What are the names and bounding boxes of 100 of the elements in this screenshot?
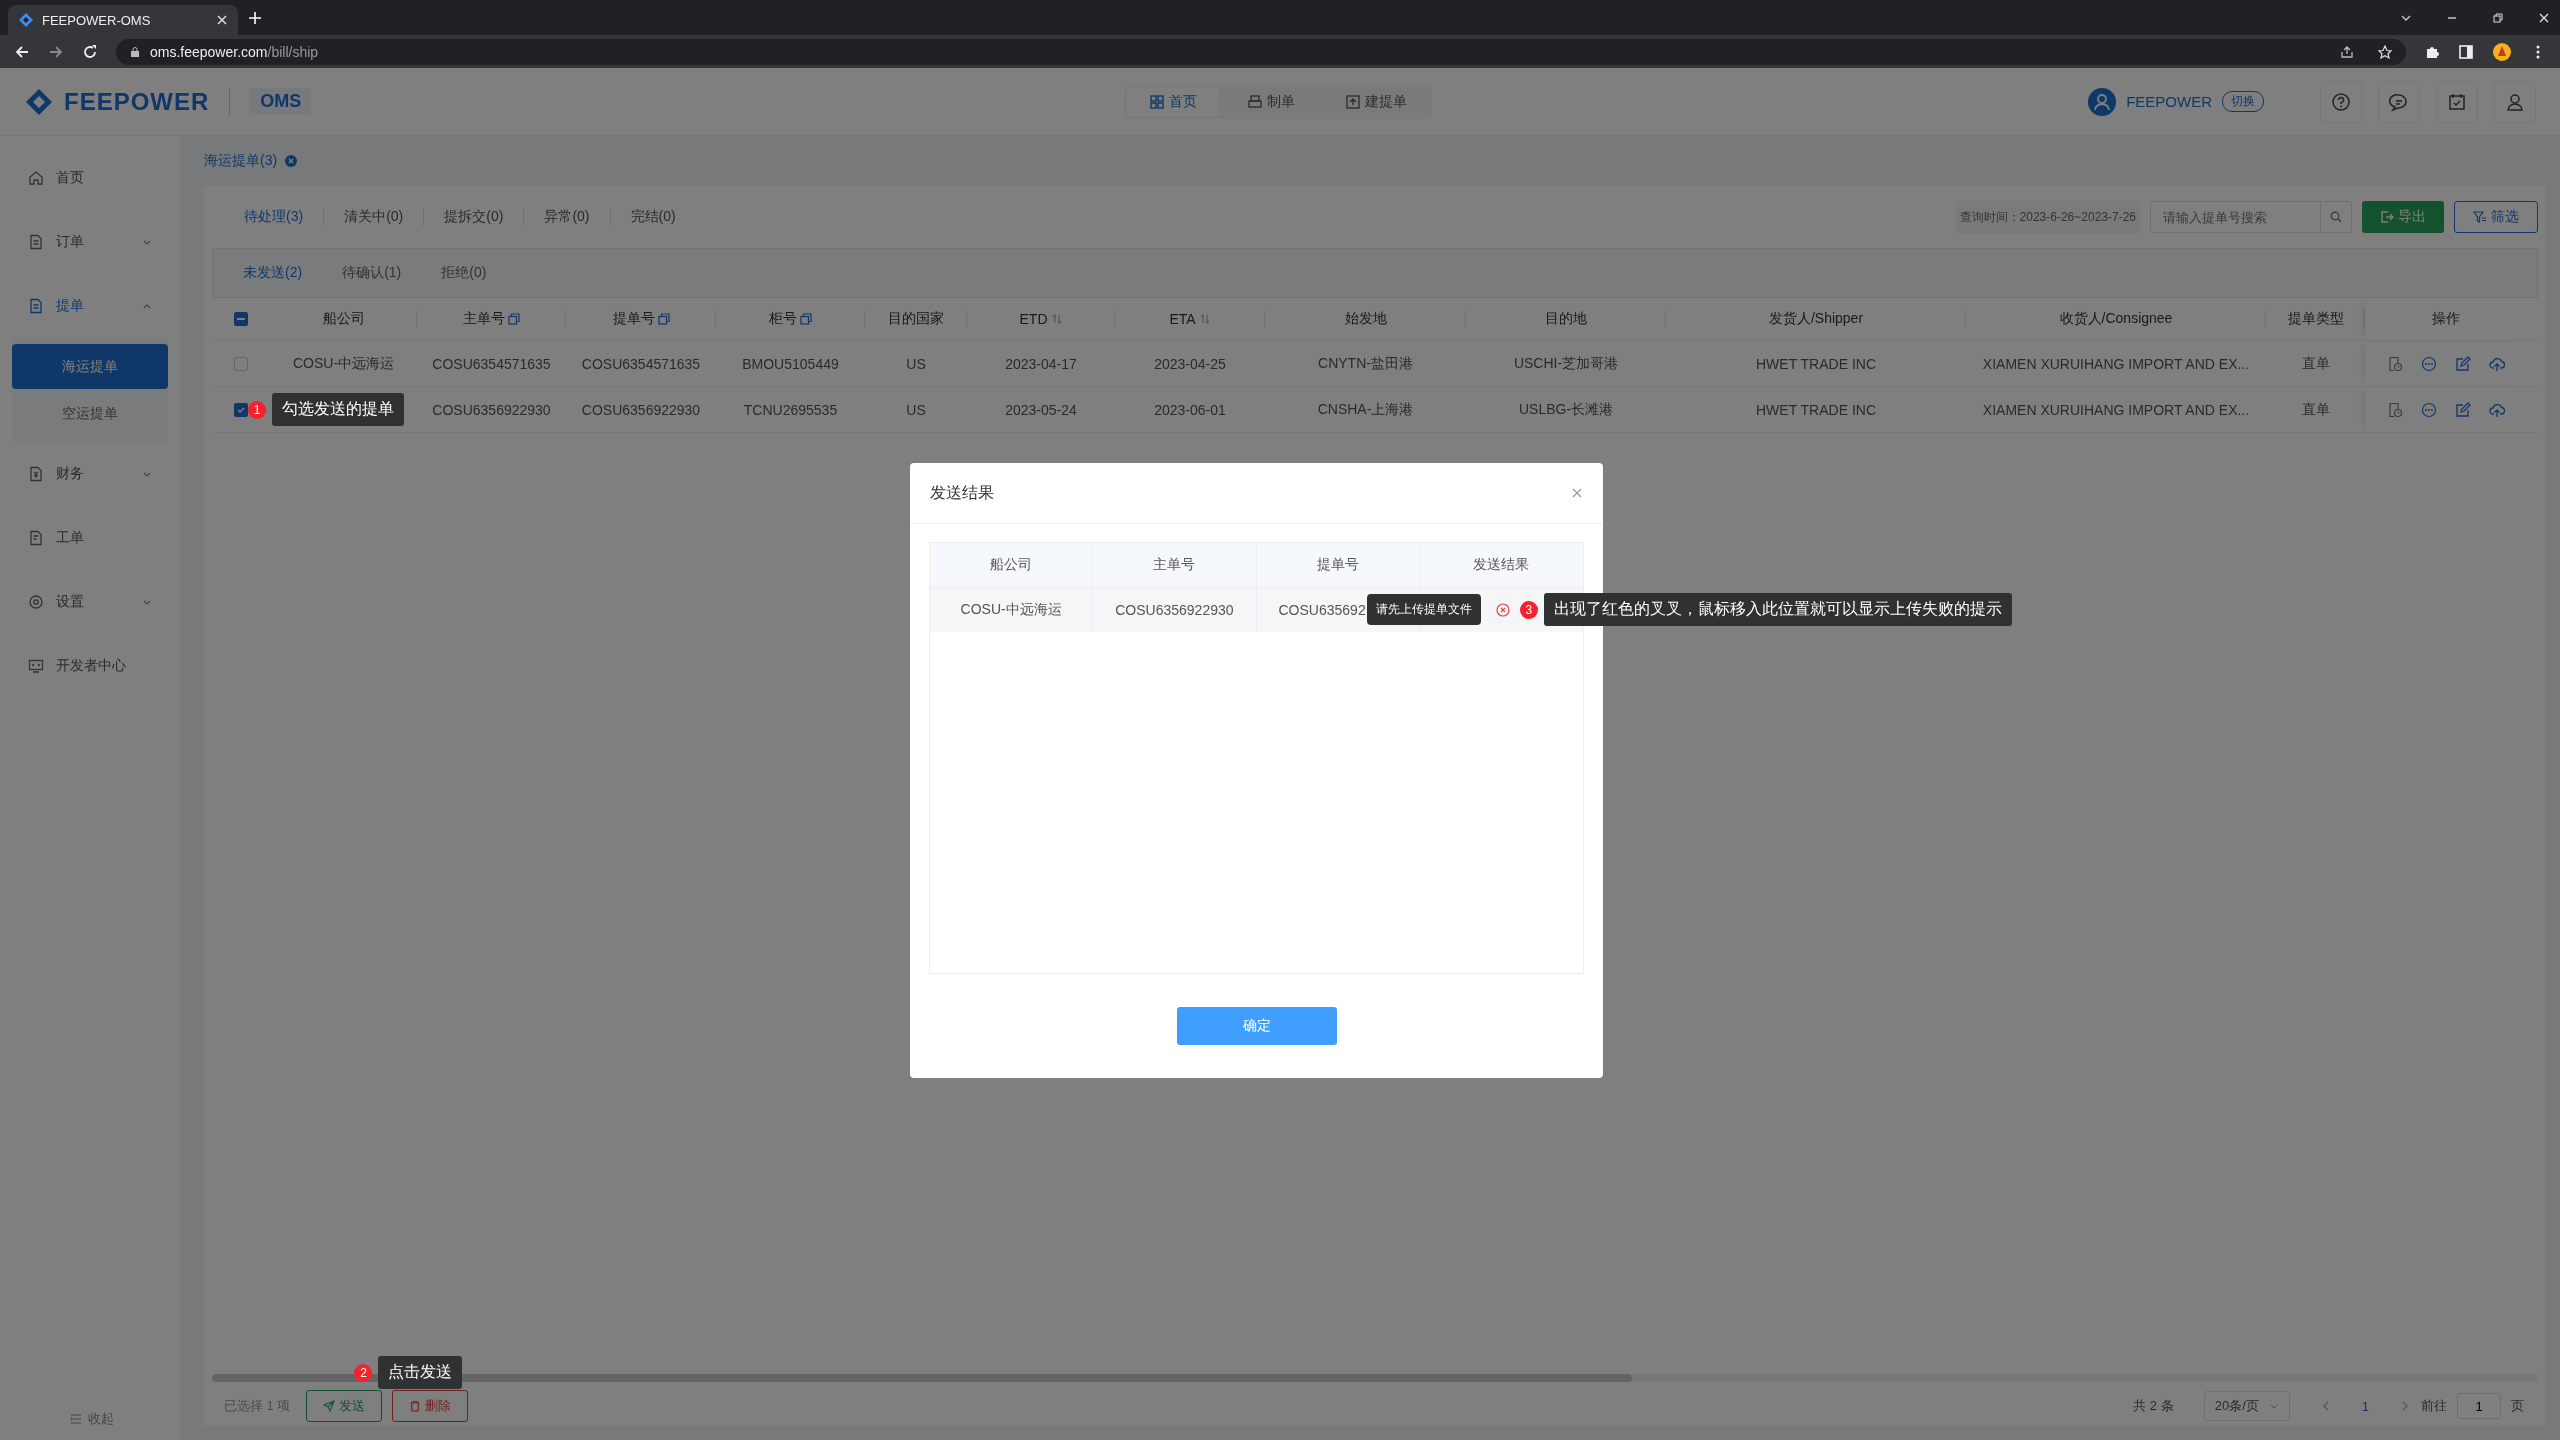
table-cell: COSU6354571635 (432, 355, 551, 372)
select-all-checkbox[interactable] (234, 312, 248, 326)
message-button[interactable] (2378, 80, 2420, 123)
table-cell: COSU6356922930 (432, 401, 551, 418)
user-icon (2505, 91, 2525, 112)
table-cell: HWET TRADE INC (1755, 355, 1876, 372)
export-button[interactable]: 导出 (2362, 201, 2444, 233)
sidebar-item[interactable]: 开发者中心 (0, 634, 180, 698)
home-icon (28, 170, 44, 186)
settings-icon (28, 594, 44, 610)
search-icon[interactable] (2330, 211, 2342, 223)
sort-icon[interactable] (1050, 313, 1063, 325)
share-icon[interactable] (2340, 44, 2354, 59)
status-tab[interactable]: 提拆交(0) (424, 208, 525, 226)
goto-page-field[interactable]: 1 (2457, 1393, 2501, 1419)
profile-avatar-icon[interactable] (2492, 41, 2512, 62)
table-cell: CNYTN-盐田港 (1318, 354, 1413, 373)
star-icon[interactable] (2378, 44, 2392, 59)
column-header: 柜号 (769, 310, 797, 328)
nav-tab[interactable]: 建提单 (1323, 87, 1429, 116)
status-tab[interactable]: 清关中(0) (324, 208, 425, 226)
column-header: 目的国家 (888, 310, 944, 328)
more-icon[interactable] (2421, 355, 2437, 372)
sub-tab[interactable]: 拒绝(0) (421, 264, 507, 282)
address-bar[interactable]: oms.feepower.com/bill/ship (116, 38, 2406, 65)
calendar-button[interactable] (2436, 80, 2478, 123)
filter-button[interactable]: 筛选 (2454, 201, 2538, 233)
search-field[interactable]: 请输入提单号搜索 (2150, 201, 2352, 233)
nav-tab[interactable]: 制单 (1225, 87, 1317, 116)
forward-icon[interactable] (48, 43, 64, 60)
document-icon (28, 530, 44, 546)
send-button[interactable]: 发送 (306, 1390, 383, 1422)
account-name: FEEPOWER (2126, 93, 2212, 110)
copy-icon[interactable] (657, 313, 670, 325)
column-header: 提单号 (1316, 556, 1359, 574)
column-header: 发送结果 (1473, 556, 1530, 574)
lock-icon (130, 46, 140, 57)
table-cell: BMOU5105449 (742, 355, 839, 372)
user-button[interactable] (2494, 80, 2536, 123)
filter-icon (2473, 210, 2487, 224)
copy-icon[interactable] (800, 313, 812, 325)
column-header: 主单号 (463, 310, 505, 328)
grid-icon (1149, 93, 1165, 110)
confirm-button[interactable]: 确定 (1176, 1007, 1337, 1045)
breadcrumb-tag[interactable]: 海运提单(3) (204, 152, 278, 170)
status-tab[interactable]: 异常(0) (524, 208, 611, 226)
table-cell: 直单 (2301, 354, 2330, 373)
table-cell: 2023-04-25 (1154, 355, 1226, 372)
sub-tab[interactable]: 待确认(1) (322, 264, 422, 282)
delete-button[interactable]: 删除 (392, 1390, 469, 1422)
cloud-upload-icon[interactable] (2489, 401, 2505, 418)
column-header: 目的地 (1545, 310, 1587, 328)
sidebar-item[interactable]: 工单 (0, 506, 180, 570)
document-clock-icon[interactable] (2387, 401, 2403, 418)
sort-icon[interactable] (1198, 313, 1211, 325)
sidebar-item[interactable]: 财务 (0, 442, 180, 506)
reload-icon[interactable] (82, 43, 98, 60)
collapse-icon (70, 1413, 82, 1425)
document-clock-icon[interactable] (2387, 355, 2403, 372)
sidebar-subitem[interactable]: 海运提单 (12, 344, 168, 389)
nav-tab[interactable]: 首页 (1127, 87, 1219, 116)
copy-icon[interactable] (508, 313, 520, 325)
table-cell: USCHI-芝加哥港 (1513, 354, 1619, 373)
sidebar-item[interactable]: 首页 (0, 146, 180, 210)
side-panel-icon[interactable] (2458, 43, 2474, 60)
sidebar-item[interactable]: 设置 (0, 570, 180, 634)
user-avatar-icon (2088, 87, 2117, 116)
status-tab[interactable]: 待处理(3) (224, 208, 325, 226)
annotation-callout: 出现了红色的叉叉，鼠标移入此位置就可以显示上传失败的提示 (1543, 593, 2012, 626)
annotation-callout: 勾选发送的提单 (272, 393, 404, 426)
table-cell: COSU6354571635 (581, 355, 701, 372)
table-cell: USLBG-长滩港 (1518, 400, 1614, 419)
page-size-select[interactable]: 20条/页 (2203, 1391, 2290, 1421)
table-cell: 2023-05-24 (1005, 401, 1077, 418)
monitor-icon (28, 658, 44, 674)
sidebar-subitem[interactable]: 空运提单 (12, 391, 168, 436)
send-icon (323, 1400, 336, 1412)
switch-button[interactable]: 切换 (2222, 91, 2264, 112)
help-button[interactable] (2320, 80, 2362, 123)
new-tab-icon[interactable] (248, 10, 262, 25)
row-checkbox[interactable] (234, 402, 248, 417)
browser-tab[interactable]: FEEPOWER-OMS (8, 5, 238, 35)
error-circle-icon[interactable] (1495, 603, 1510, 617)
more-icon[interactable] (2421, 401, 2437, 418)
edit-icon[interactable] (2455, 355, 2471, 372)
back-icon[interactable] (14, 43, 30, 60)
logo-icon (24, 86, 54, 117)
sidebar-item[interactable]: 提单 (0, 274, 180, 338)
cloud-upload-icon[interactable] (2489, 355, 2505, 372)
table-cell: HWET TRADE INC (1755, 401, 1876, 418)
page-number[interactable]: 1 (2341, 1398, 2389, 1414)
table-cell: TCNU2695535 (743, 401, 838, 418)
restore-icon[interactable] (2492, 11, 2504, 24)
sub-tab[interactable]: 未发送(2) (223, 264, 323, 282)
column-header: ETD (1019, 311, 1048, 327)
annotation-callout: 点击发送 (378, 1356, 463, 1389)
column-header: 操作 (2432, 310, 2460, 328)
status-tab[interactable]: 完结(0) (610, 208, 696, 226)
edit-icon[interactable] (2455, 401, 2471, 418)
sidebar-item[interactable]: 订单 (0, 210, 180, 274)
